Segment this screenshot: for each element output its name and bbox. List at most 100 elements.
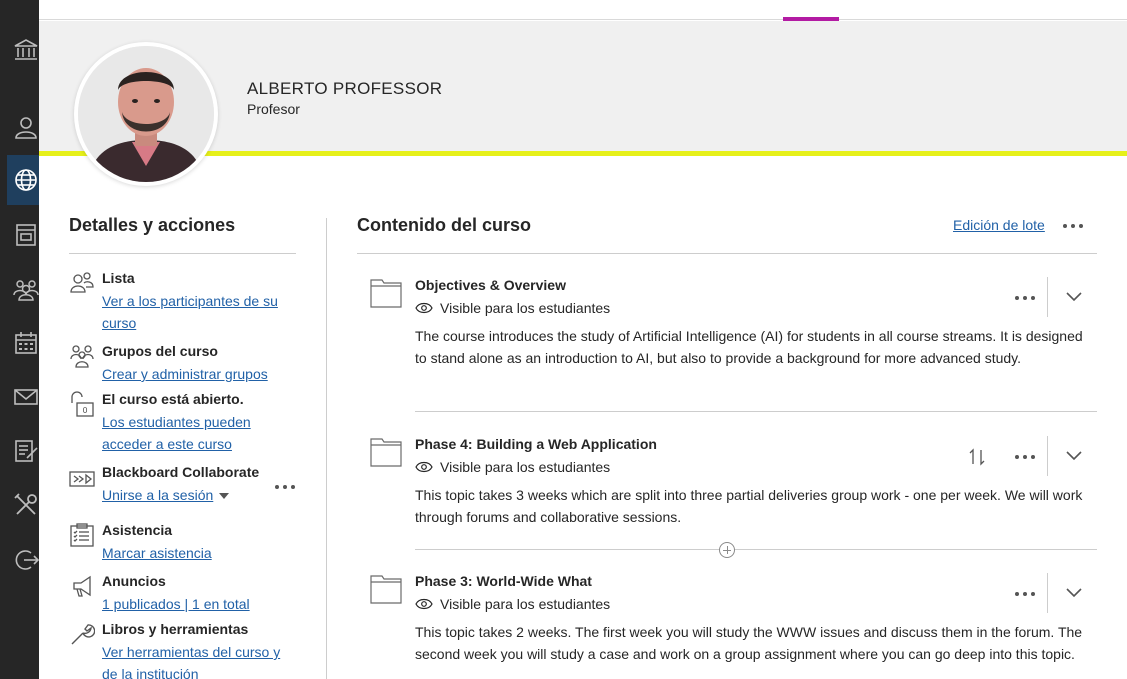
item-divider xyxy=(415,411,1097,412)
unlock-icon: 0 xyxy=(71,391,94,417)
visibility-label: Visible para los estudiantes xyxy=(440,459,611,475)
more-dot-icon xyxy=(1063,224,1067,228)
visibility-label: Visible para los estudiantes xyxy=(440,596,611,612)
chevron-down-icon[interactable] xyxy=(1065,450,1083,462)
collaborate-join-label: Unirse a la sesión xyxy=(102,487,214,503)
nav-courses-active[interactable] xyxy=(7,155,39,205)
roster-title: Lista xyxy=(102,270,135,286)
eye-icon xyxy=(415,461,433,473)
video-icon xyxy=(69,471,95,487)
more-dot-icon xyxy=(1023,455,1027,459)
nav-messages[interactable] xyxy=(0,377,39,417)
groups-link[interactable]: Crear y administrar grupos xyxy=(102,363,297,385)
chevron-down-icon[interactable] xyxy=(219,493,230,500)
top-tab-bar xyxy=(39,0,1127,20)
mail-icon xyxy=(14,389,38,405)
content-item-description: The course introduces the study of Artif… xyxy=(415,328,1083,366)
visibility-toggle[interactable]: Visible para los estudiantes xyxy=(415,459,610,475)
more-dot-icon xyxy=(1031,455,1035,459)
more-dot-icon xyxy=(1031,592,1035,596)
course-open-link[interactable]: Los estudiantes pueden acceder a este cu… xyxy=(102,411,297,455)
clipboard-icon xyxy=(70,523,94,547)
course-open-title: El curso está abierto. xyxy=(102,391,244,407)
groups-icon xyxy=(70,345,94,368)
nav-calendar[interactable] xyxy=(0,323,39,363)
nav-profile[interactable] xyxy=(0,107,39,147)
grades-icon xyxy=(15,440,38,462)
tools-link[interactable]: Ver herramientas del curso y de la insti… xyxy=(102,641,297,679)
content-item-title[interactable]: Phase 4: Building a Web Application xyxy=(415,436,657,452)
groups-icon xyxy=(13,280,39,301)
more-dot-icon xyxy=(1071,224,1075,228)
announcements-link[interactable]: 1 publicados | 1 en total xyxy=(102,593,297,615)
courses-icon xyxy=(16,224,36,246)
visibility-toggle[interactable]: Visible para los estudiantes xyxy=(415,300,610,316)
item-more-button[interactable] xyxy=(1015,293,1035,303)
folder-icon xyxy=(370,279,402,308)
roster-icon xyxy=(70,272,94,293)
item-action-divider xyxy=(1047,436,1048,476)
visibility-label: Visible para los estudiantes xyxy=(440,300,611,316)
more-dot-icon xyxy=(283,485,287,489)
item-more-button[interactable] xyxy=(1015,589,1035,599)
item-action-divider xyxy=(1047,277,1048,317)
signout-icon xyxy=(15,550,39,570)
collaborate-join-link[interactable]: Unirse a la sesión xyxy=(102,484,297,506)
megaphone-icon xyxy=(73,575,91,597)
svg-text:0: 0 xyxy=(82,406,87,415)
nav-organizations[interactable] xyxy=(0,215,39,255)
eye-icon xyxy=(415,302,433,314)
content-more-button[interactable] xyxy=(1063,221,1083,231)
add-content-icon[interactable] xyxy=(719,542,735,558)
column-divider xyxy=(326,218,327,679)
details-title: Detalles y acciones xyxy=(69,215,236,235)
eye-icon xyxy=(415,598,433,610)
nav-signout[interactable] xyxy=(0,540,39,580)
more-dot-icon xyxy=(1023,592,1027,596)
more-dot-icon xyxy=(1015,455,1019,459)
content-item-description: This topic takes 3 weeks which are split… xyxy=(415,487,1083,525)
side-nav xyxy=(0,0,39,679)
more-dot-icon xyxy=(275,485,279,489)
avatar-photo xyxy=(78,46,214,182)
course-content-title: Contenido del curso xyxy=(357,215,532,235)
item-more-button[interactable] xyxy=(1015,452,1035,462)
nav-groups[interactable] xyxy=(0,269,39,309)
attendance-link[interactable]: Marcar asistencia xyxy=(102,542,297,564)
nav-institution[interactable] xyxy=(0,30,39,70)
nav-tools[interactable] xyxy=(0,485,39,525)
user-icon xyxy=(15,117,37,139)
folder-icon xyxy=(370,438,402,467)
content-item-title[interactable]: Objectives & Overview xyxy=(415,277,566,293)
content-item-description: This topic takes 2 weeks. The first week… xyxy=(415,624,1083,662)
chevron-down-icon[interactable] xyxy=(1065,291,1083,303)
wrench-icon xyxy=(71,624,95,645)
institution-icon xyxy=(14,39,38,60)
more-dot-icon xyxy=(1023,296,1027,300)
visibility-toggle[interactable]: Visible para los estudiantes xyxy=(415,596,610,612)
content-item-title[interactable]: Phase 3: World-Wide What xyxy=(415,573,592,589)
chevron-down-icon[interactable] xyxy=(1065,587,1083,599)
calendar-icon xyxy=(15,332,37,354)
details-divider xyxy=(69,253,296,254)
globe-icon xyxy=(15,169,37,191)
nav-grades[interactable] xyxy=(0,431,39,471)
instructor-role: Profesor xyxy=(247,101,300,117)
announcements-title: Anuncios xyxy=(102,573,166,589)
more-dot-icon xyxy=(1031,296,1035,300)
batch-edit-link[interactable]: Edición de lote xyxy=(953,217,1045,233)
avatar[interactable] xyxy=(74,42,218,186)
attendance-title: Asistencia xyxy=(102,522,173,538)
collaborate-title: Blackboard Collaborate xyxy=(102,464,260,480)
collaborate-more-button[interactable] xyxy=(275,482,295,492)
item-action-divider xyxy=(1047,573,1048,613)
more-dot-icon xyxy=(1015,296,1019,300)
instructor-name: ALBERTO PROFESSOR xyxy=(247,79,443,98)
reorder-icon[interactable] xyxy=(968,448,986,466)
more-dot-icon xyxy=(291,485,295,489)
more-dot-icon xyxy=(1079,224,1083,228)
tools-title: Libros y herramientas xyxy=(102,621,249,637)
item-divider xyxy=(415,549,1097,550)
roster-link[interactable]: Ver a los participantes de su curso xyxy=(102,290,297,334)
content-divider xyxy=(357,253,1097,254)
